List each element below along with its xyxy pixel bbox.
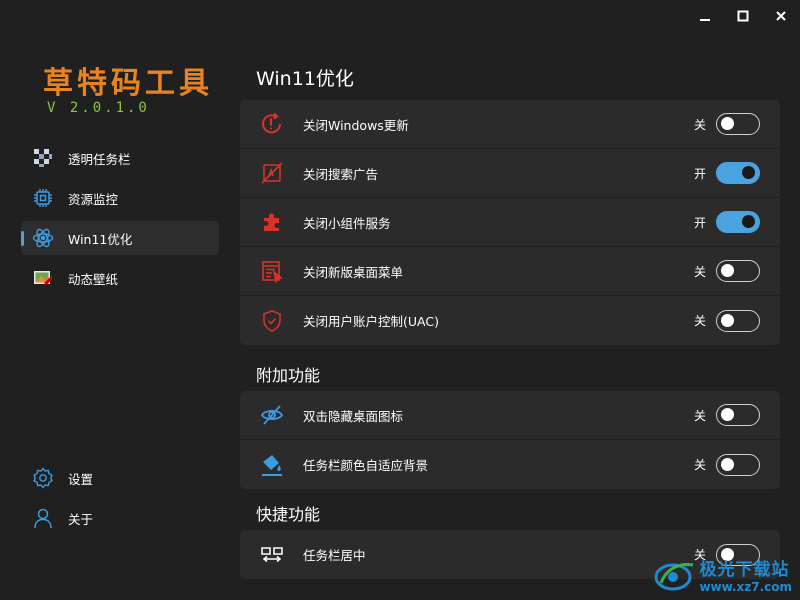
gear-icon <box>32 467 54 489</box>
sidebar-item-label: 资源监控 <box>68 191 119 207</box>
toggle-state-text: 关 <box>693 408 706 423</box>
active-indicator <box>21 231 24 246</box>
update-icon <box>259 111 285 137</box>
win11-options-card: 关闭Windows更新 关 关闭搜索广告 开 关闭小组件服务 开 关闭新版桌面菜… <box>240 100 780 345</box>
wallpaper-icon <box>32 267 54 289</box>
sidebar-item-about[interactable]: 关于 <box>21 501 219 535</box>
toggle-switch[interactable] <box>716 162 760 184</box>
toggle-switch[interactable] <box>716 113 760 135</box>
sidebar-item-wallpaper[interactable]: 动态壁纸 <box>21 261 219 295</box>
sidebar-item-label: 透明任务栏 <box>68 151 131 167</box>
watermark-logo-icon <box>654 562 694 590</box>
no-ads-icon <box>259 160 285 186</box>
sidebar-item-resource-monitor[interactable]: 资源监控 <box>21 181 219 215</box>
app-version: V 2.0.1.0 <box>47 100 150 116</box>
user-icon <box>32 507 54 529</box>
setting-label: 双击隐藏桌面图标 <box>303 408 404 424</box>
eye-off-icon <box>259 402 285 428</box>
toggle-switch[interactable] <box>716 453 760 476</box>
setting-label: 关闭Windows更新 <box>303 117 409 133</box>
atom-icon <box>32 227 54 249</box>
extra-options-card: 双击隐藏桌面图标 关 任务栏颜色自适应背景 关 <box>240 391 780 489</box>
watermark: 极光下载站 www.xz7.com <box>653 555 792 594</box>
toggle-state-text: 开 <box>693 215 706 230</box>
paint-icon <box>259 452 285 478</box>
toggle-state-text: 关 <box>693 117 706 132</box>
setting-label: 关闭搜索广告 <box>303 166 379 182</box>
setting-row[interactable]: 关闭搜索广告 开 <box>240 149 780 198</box>
cpu-chip-icon <box>32 187 54 209</box>
shield-icon <box>259 308 285 334</box>
sidebar: 草特码工具 V 2.0.1.0 透明任务栏 资源监控 Win11优化 动态壁纸 … <box>0 0 240 600</box>
sidebar-item-transparent-taskbar[interactable]: 透明任务栏 <box>21 141 219 175</box>
page-title: Win11优化 <box>256 68 354 90</box>
watermark-title: 极光下载站 <box>699 560 790 580</box>
context-menu-icon <box>259 258 285 284</box>
setting-label: 关闭小组件服务 <box>303 215 391 231</box>
toggle-switch[interactable] <box>716 211 760 233</box>
toggle-switch[interactable] <box>716 260 760 282</box>
transparent-taskbar-icon <box>32 147 54 169</box>
main-panel: Win11优化 关闭Windows更新 关 关闭搜索广告 开 关闭小组件服务 开… <box>240 0 800 600</box>
sidebar-item-settings[interactable]: 设置 <box>21 461 219 495</box>
sidebar-item-label: Win11优化 <box>68 231 133 247</box>
taskbar-center-icon <box>259 542 285 568</box>
app-title: 草特码工具 <box>43 66 213 101</box>
setting-row[interactable]: 任务栏颜色自适应背景 关 <box>240 440 780 489</box>
setting-row[interactable]: 关闭用户账户控制(UAC) 关 <box>240 296 780 345</box>
toggle-state-text: 关 <box>693 458 706 472</box>
toggle-state-text: 关 <box>693 314 706 328</box>
toggle-state-text: 开 <box>693 166 706 181</box>
sidebar-item-win11[interactable]: Win11优化 <box>21 221 219 255</box>
section-title-extra: 附加功能 <box>256 366 321 385</box>
sidebar-item-label: 关于 <box>68 511 94 527</box>
setting-label: 关闭新版桌面菜单 <box>303 264 404 280</box>
setting-row[interactable]: 关闭小组件服务 开 <box>240 198 780 247</box>
section-title-shortcuts: 快捷功能 <box>256 505 321 524</box>
puzzle-icon <box>259 209 285 235</box>
toggle-switch[interactable] <box>716 404 760 426</box>
setting-label: 任务栏居中 <box>303 548 366 563</box>
toggle-switch[interactable] <box>716 309 760 332</box>
sidebar-item-label: 动态壁纸 <box>68 271 119 287</box>
setting-label: 任务栏颜色自适应背景 <box>303 458 429 473</box>
setting-row[interactable]: 关闭Windows更新 关 <box>240 100 780 149</box>
watermark-url: www.xz7.com <box>699 580 792 594</box>
setting-row[interactable]: 关闭新版桌面菜单 关 <box>240 247 780 296</box>
toggle-state-text: 关 <box>693 264 706 279</box>
setting-label: 关闭用户账户控制(UAC) <box>303 314 439 329</box>
sidebar-item-label: 设置 <box>68 471 94 487</box>
setting-row[interactable]: 双击隐藏桌面图标 关 <box>240 391 780 440</box>
